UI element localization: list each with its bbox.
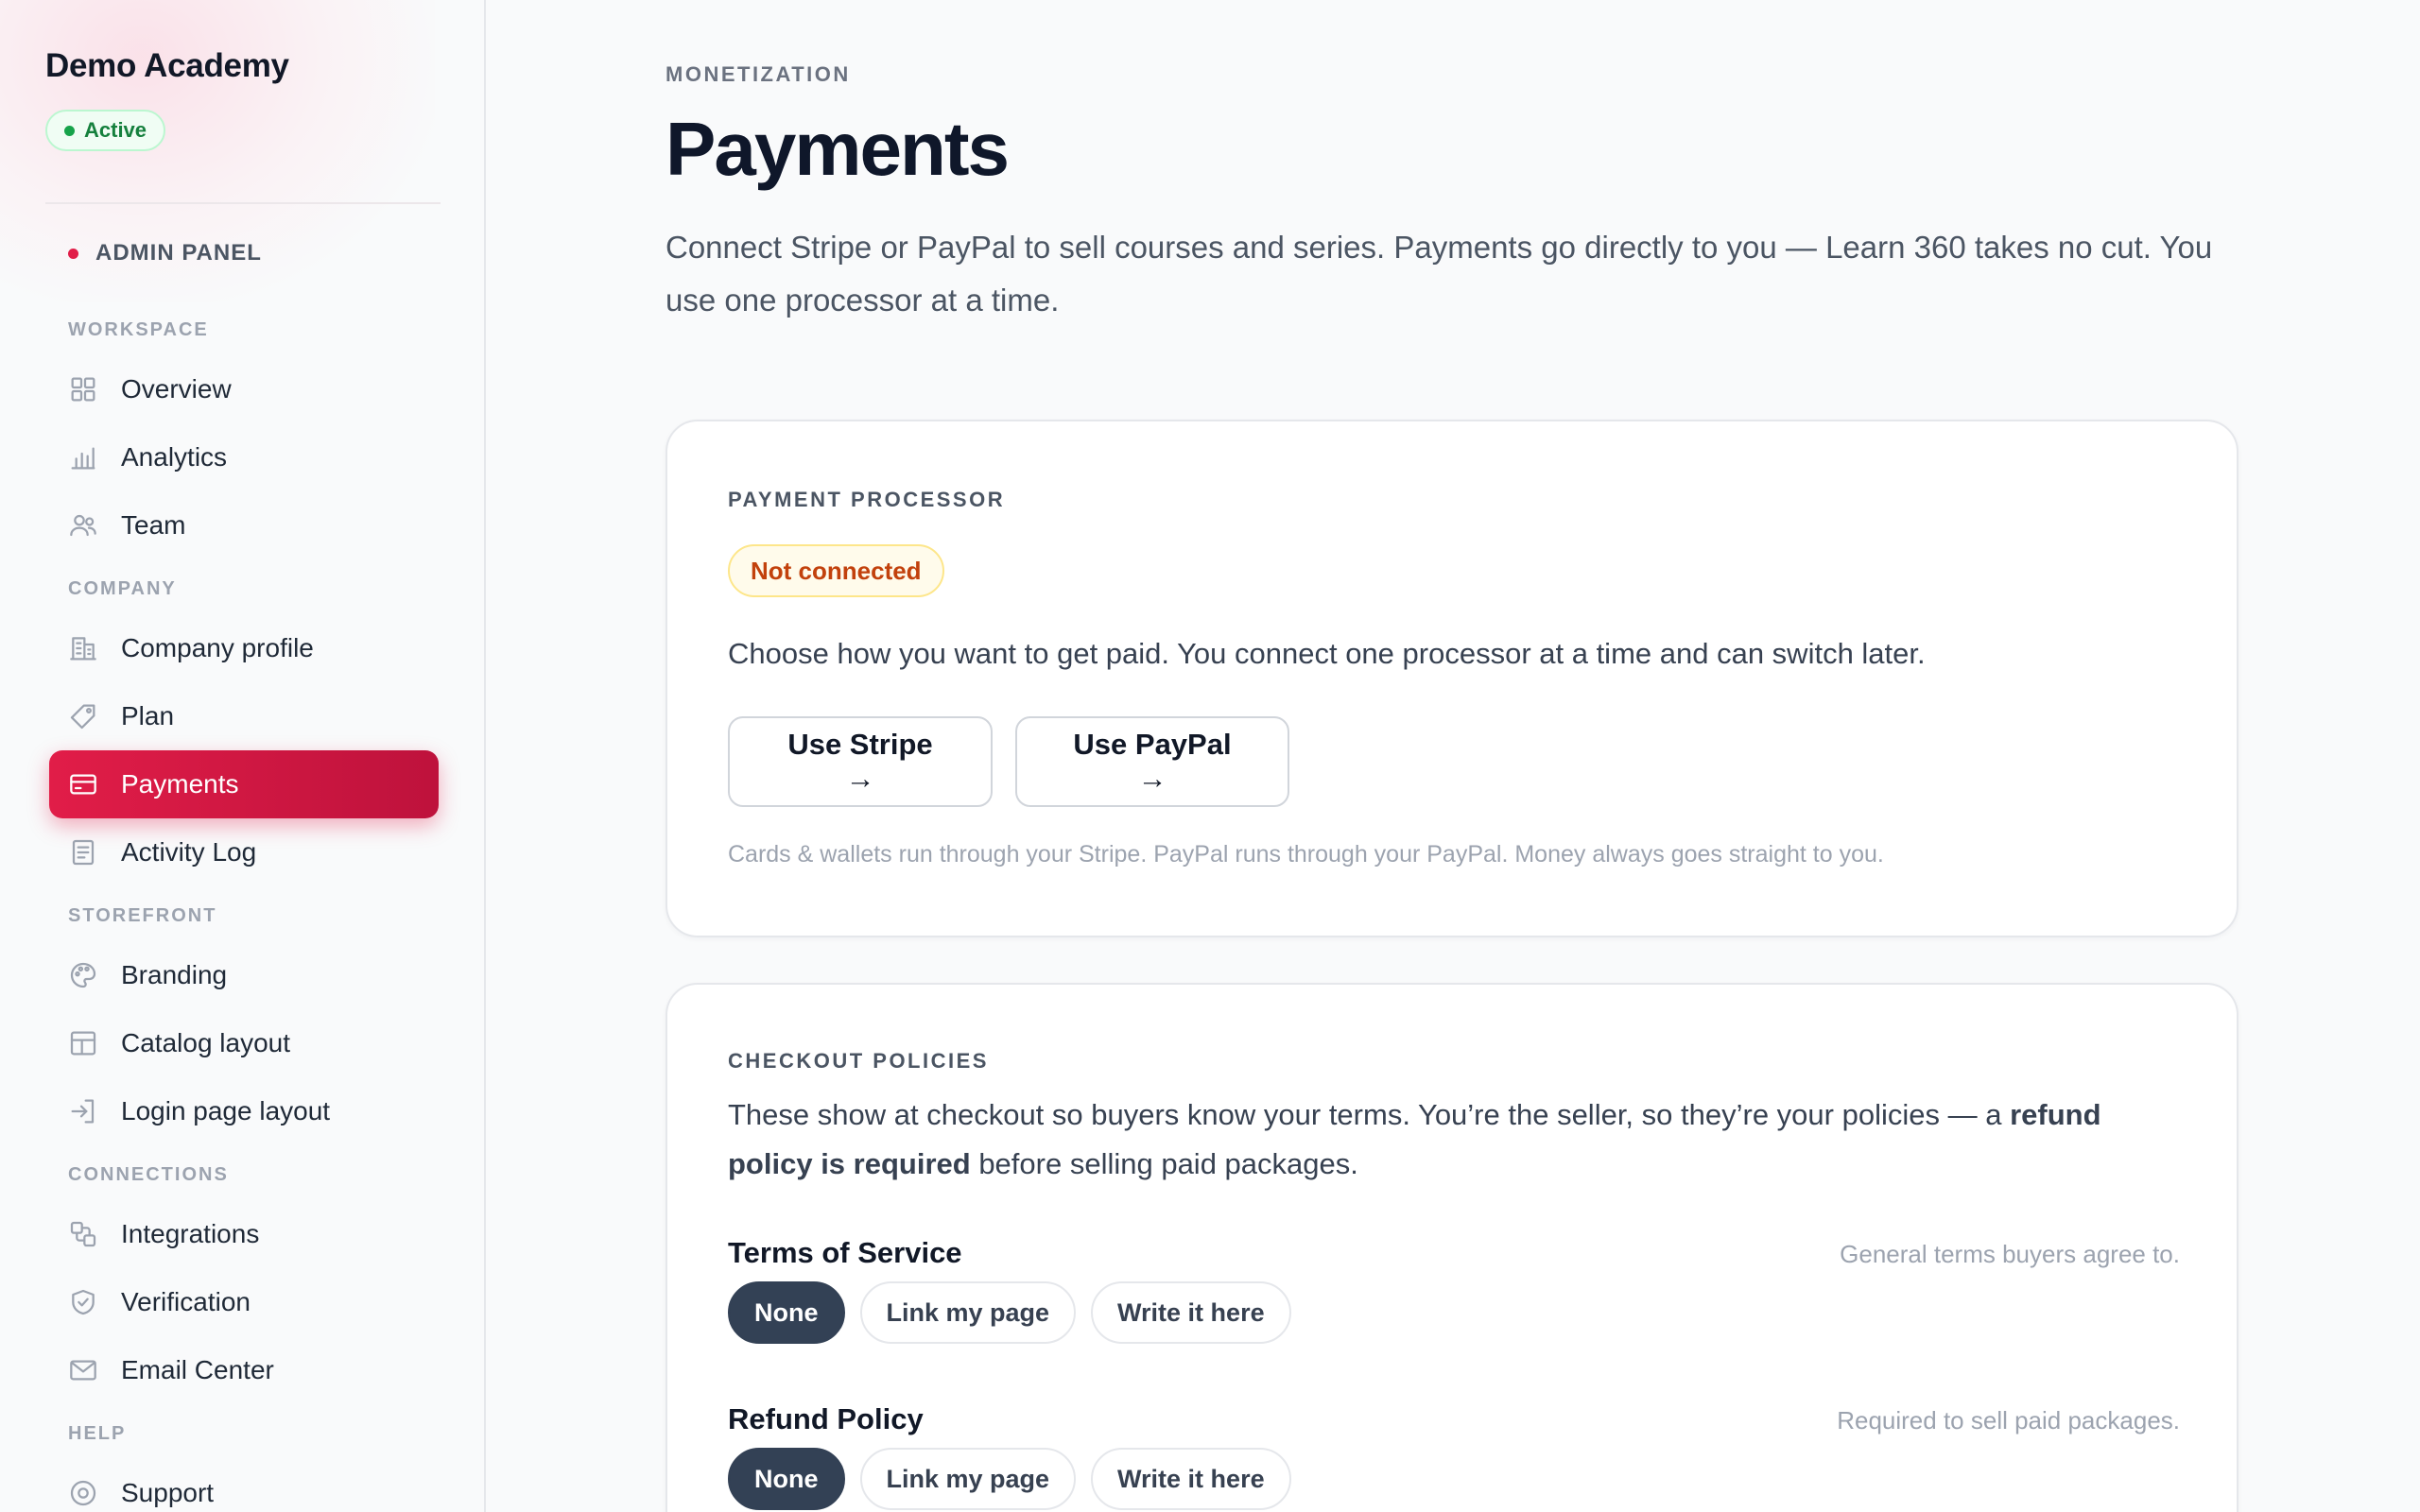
users-icon	[68, 510, 98, 541]
tos-option-write-it-here[interactable]: Write it here	[1091, 1281, 1291, 1344]
policy-hint: General terms buyers agree to.	[1840, 1240, 2180, 1268]
sidebar-item-label: Analytics	[121, 442, 228, 472]
sidebar-item-label: Payments	[121, 769, 239, 799]
sidebar-item-label: Overview	[121, 374, 232, 404]
sidebar-item-label: Integrations	[121, 1219, 260, 1248]
sidebar-item-company-profile[interactable]: Company profile	[49, 614, 439, 682]
layout-icon	[68, 1028, 98, 1058]
sidebar-item-integrations[interactable]: Integrations	[49, 1200, 439, 1268]
sidebar-item-email-center[interactable]: Email Center	[49, 1336, 439, 1404]
policies-description: These show at checkout so buyers know yo…	[728, 1091, 2165, 1189]
payment-processor-card: PAYMENT PROCESSOR Not connected Choose h…	[666, 420, 2238, 937]
sidebar-item-plan[interactable]: Plan	[49, 682, 439, 750]
nav-section-storefront: STOREFRONT	[68, 904, 217, 926]
shield-check-icon	[68, 1287, 98, 1317]
tos-option-link-my-page[interactable]: Link my page	[859, 1281, 1077, 1344]
connection-status-badge: Not connected	[728, 544, 944, 597]
policy-title: Terms of Service	[728, 1236, 962, 1269]
processor-description: Choose how you want to get paid. You con…	[728, 637, 1926, 670]
sidebar: Demo Academy Active ADMIN PANEL WORKSPAC…	[0, 0, 486, 1512]
admin-panel-text: ADMIN PANEL	[95, 240, 262, 266]
checkout-policies-card: CHECKOUT POLICIES These show at checkout…	[666, 983, 2238, 1512]
sidebar-item-activity-log[interactable]: Activity Log	[49, 818, 439, 886]
bar-chart-icon	[68, 442, 98, 472]
policy-title: Refund Policy	[728, 1402, 924, 1435]
sidebar-item-team[interactable]: Team	[49, 491, 439, 559]
tos-option-none[interactable]: None	[728, 1281, 845, 1344]
sidebar-item-catalog-layout[interactable]: Catalog layout	[49, 1009, 439, 1077]
nav-section-company: COMPANY	[68, 577, 177, 599]
nav-section-help: HELP	[68, 1422, 127, 1444]
status-dot	[64, 125, 75, 136]
credit-card-icon	[68, 769, 98, 799]
status-badge: Active	[45, 110, 166, 151]
document-icon	[68, 837, 98, 868]
support-icon	[68, 1478, 98, 1508]
sidebar-item-label: Activity Log	[121, 837, 257, 867]
sidebar-item-label: Plan	[121, 701, 175, 730]
use-paypal-button[interactable]: Use PayPal →	[1015, 716, 1289, 807]
sidebar-nav: WORKSPACE Overview Analytics Team COMPAN…	[49, 301, 439, 1512]
policies-description-text: These show at checkout so buyers know yo…	[728, 1098, 2011, 1131]
grid-icon	[68, 374, 98, 404]
policy-option-group: None Link my page Write it here	[728, 1281, 1291, 1344]
policy-hint: Required to sell paid packages.	[1837, 1406, 2180, 1435]
status-badge-label: Active	[84, 118, 147, 142]
tag-icon	[68, 701, 98, 731]
palette-icon	[68, 960, 98, 990]
page-description: Connect Stripe or PayPal to sell courses…	[666, 230, 2213, 318]
sidebar-item-label: Branding	[121, 960, 228, 989]
sidebar-item-label: Email Center	[121, 1355, 274, 1384]
integrations-icon	[68, 1219, 98, 1249]
sidebar-item-branding[interactable]: Branding	[49, 941, 439, 1009]
sidebar-item-label: Company profile	[121, 633, 314, 662]
refund-option-none[interactable]: None	[728, 1448, 845, 1510]
sidebar-item-label: Login page layout	[121, 1096, 331, 1125]
sidebar-item-analytics[interactable]: Analytics	[49, 423, 439, 491]
sidebar-item-label: Verification	[121, 1287, 251, 1316]
sidebar-item-login-page-layout[interactable]: Login page layout	[49, 1077, 439, 1145]
building-icon	[68, 633, 98, 663]
brand-block: Demo Academy Active	[45, 47, 442, 151]
policy-option-group: None Link my page Write it here	[728, 1448, 1291, 1510]
admin-panel-label: ADMIN PANEL	[68, 240, 262, 266]
sidebar-item-label: Team	[121, 510, 186, 540]
card-label: PAYMENT PROCESSOR	[728, 488, 1006, 511]
sidebar-item-label: Catalog layout	[121, 1028, 291, 1057]
refund-option-link-my-page[interactable]: Link my page	[859, 1448, 1077, 1510]
login-icon	[68, 1096, 98, 1126]
sidebar-item-label: Support	[121, 1478, 215, 1507]
sidebar-item-verification[interactable]: Verification	[49, 1268, 439, 1336]
nav-section-workspace: WORKSPACE	[68, 318, 209, 340]
refund-option-write-it-here[interactable]: Write it here	[1091, 1448, 1291, 1510]
brand-divider	[45, 202, 441, 204]
page-title: Payments	[666, 107, 1010, 191]
processor-fine-print: Cards & wallets run through your Stripe.…	[728, 841, 1884, 868]
sidebar-item-support[interactable]: Support	[49, 1459, 439, 1512]
mail-icon	[68, 1355, 98, 1385]
use-stripe-button[interactable]: Use Stripe →	[728, 716, 993, 807]
admin-dot	[68, 248, 78, 259]
sidebar-item-overview[interactable]: Overview	[49, 355, 439, 423]
brand-name: Demo Academy	[45, 47, 289, 84]
page-eyebrow: MONETIZATION	[666, 62, 851, 86]
policies-description-text: before selling paid packages.	[970, 1147, 1358, 1180]
nav-section-connections: CONNECTIONS	[68, 1163, 229, 1185]
sidebar-item-payments[interactable]: Payments	[49, 750, 439, 818]
card-label: CHECKOUT POLICIES	[728, 1049, 989, 1073]
